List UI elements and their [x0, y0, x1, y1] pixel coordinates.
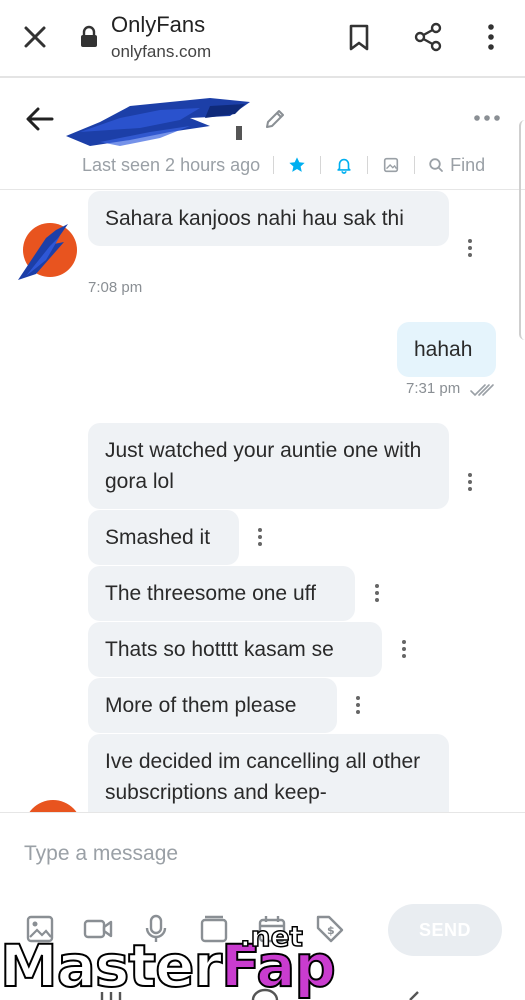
- divider: [320, 156, 322, 174]
- recent-apps-icon[interactable]: [96, 988, 126, 1000]
- more-vert-icon[interactable]: [474, 20, 508, 54]
- redacted-username[interactable]: [60, 92, 260, 148]
- divider: [273, 156, 275, 174]
- message-more-icon[interactable]: [466, 237, 474, 259]
- message-input[interactable]: [24, 837, 494, 871]
- last-seen-text: Last seen 2 hours ago: [82, 154, 261, 175]
- message-more-icon[interactable]: [400, 638, 408, 660]
- avatar[interactable]: [16, 220, 78, 282]
- site-title[interactable]: OnlyFans: [111, 12, 205, 38]
- send-button[interactable]: SEND: [388, 904, 502, 956]
- scroll-edge-handle[interactable]: [519, 120, 525, 340]
- image-icon[interactable]: [381, 155, 401, 175]
- message-time: 7:31 pm: [406, 380, 461, 397]
- pencil-icon[interactable]: [262, 106, 288, 132]
- close-icon[interactable]: [18, 20, 52, 54]
- message-bubble[interactable]: The threesome one uff: [88, 566, 355, 621]
- chat-header: Last seen 2 hours ago Find: [0, 80, 525, 190]
- bell-icon[interactable]: [334, 155, 354, 175]
- message-bubble[interactable]: Sahara kanjoos nahi hau sak thi: [88, 191, 449, 246]
- message-bubble[interactable]: Thats so hotttt kasam se: [88, 622, 382, 677]
- divider: [367, 156, 369, 174]
- bookmark-icon[interactable]: [342, 20, 376, 54]
- star-icon[interactable]: [287, 155, 307, 175]
- message-time: 7:08 pm: [88, 279, 143, 296]
- find-label: Find: [450, 154, 486, 175]
- message-bubble[interactable]: Just watched your auntie one with gora l…: [88, 423, 449, 509]
- read-receipt-icon: [470, 384, 494, 397]
- more-horiz-icon[interactable]: [470, 110, 504, 126]
- chat-meta-row: Last seen 2 hours ago Find: [82, 152, 485, 178]
- watermark-tld: .net: [239, 919, 303, 954]
- back-arrow-icon[interactable]: [22, 101, 58, 137]
- share-icon[interactable]: [411, 20, 445, 54]
- message-bubble[interactable]: More of them please: [88, 678, 337, 733]
- find-button[interactable]: Find: [428, 155, 485, 176]
- search-icon: [429, 158, 444, 172]
- message-more-icon[interactable]: [466, 471, 474, 493]
- message-bubble[interactable]: hahah: [397, 322, 496, 377]
- home-icon[interactable]: [250, 988, 280, 1000]
- message-more-icon[interactable]: [354, 694, 362, 716]
- site-url[interactable]: onlyfans.com: [111, 42, 211, 62]
- back-nav-icon[interactable]: [400, 988, 430, 1000]
- message-more-icon[interactable]: [256, 526, 264, 548]
- message-bubble[interactable]: Smashed it: [88, 510, 239, 565]
- divider: [414, 156, 416, 174]
- browser-toolbar: OnlyFans onlyfans.com: [0, 0, 525, 78]
- message-more-icon[interactable]: [373, 582, 381, 604]
- lock-icon: [81, 25, 97, 47]
